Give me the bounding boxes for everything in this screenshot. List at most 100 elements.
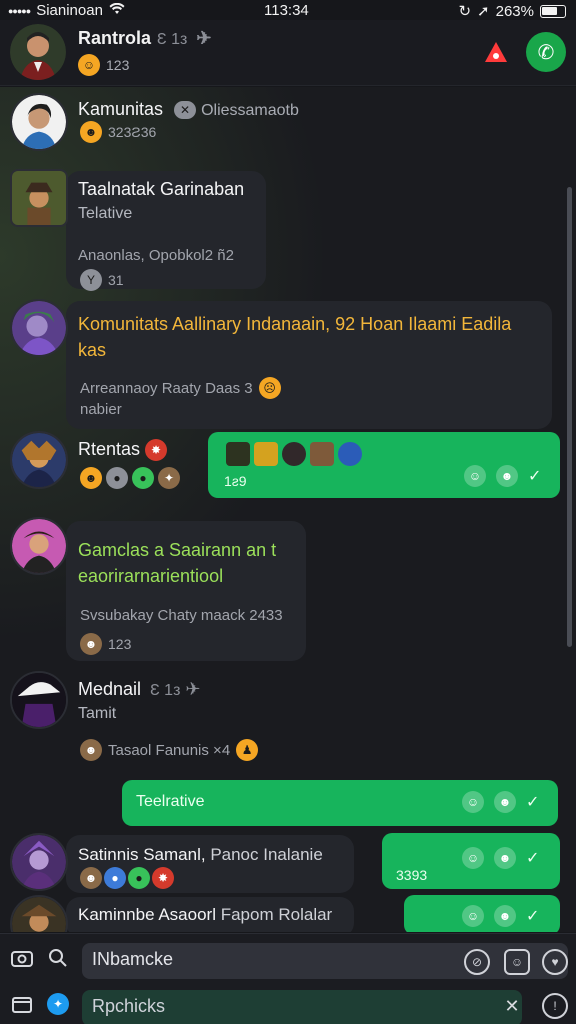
- twitter-icon[interactable]: ✦: [44, 990, 72, 1018]
- message-meta: Y 31: [80, 269, 124, 291]
- emoji-icon: ☻: [80, 739, 102, 761]
- message-text: Teelrative: [136, 793, 205, 810]
- location-icon: ➚: [477, 3, 490, 20]
- chat-subtitle: ☺ 123: [78, 54, 129, 76]
- avatar[interactable]: [10, 431, 68, 489]
- emoji-icon: ✦: [158, 467, 180, 489]
- message-subtext: Arreannaoy Raaty Daas 3 ☹: [80, 377, 281, 399]
- mute-icon: ✈: [196, 28, 212, 48]
- group-icon: ✕: [174, 101, 197, 120]
- scrollbar[interactable]: [567, 187, 572, 647]
- wifi-icon: [109, 2, 125, 19]
- message-time: 1ƨ9: [224, 473, 247, 489]
- bubble-actions: ☺ ☻ ✓: [462, 905, 539, 927]
- avatar[interactable]: [10, 671, 68, 729]
- emoji-react-icon[interactable]: ☺: [464, 465, 486, 487]
- voice-icon[interactable]: ♥: [542, 949, 568, 975]
- avatar[interactable]: [10, 299, 68, 357]
- read-check-icon: ✓: [526, 908, 540, 925]
- message-meta: ☻ 323Ƨ36: [80, 121, 156, 143]
- phone-icon: ✆: [537, 41, 555, 64]
- reaction-row: ☻ ● ● ✦: [80, 467, 180, 489]
- avatar[interactable]: [10, 833, 68, 891]
- sticker-icon[interactable]: ☺: [504, 949, 530, 975]
- close-icon[interactable]: ✕: [498, 992, 526, 1020]
- knight-icon: [282, 442, 306, 466]
- emoji-react-icon[interactable]: ☺: [462, 791, 484, 813]
- emoji-icon: ●: [104, 867, 126, 889]
- emoji-icon: ☻: [80, 867, 102, 889]
- sender-name: Rtentas ✸: [78, 439, 168, 462]
- emoji-icon: ☻: [80, 633, 102, 655]
- reply-icon: Y: [80, 269, 102, 291]
- camera-icon[interactable]: [8, 944, 36, 972]
- sender-name: Kaminnbe Asaoorl Fapom Rolalar: [78, 905, 333, 924]
- sticker-icon[interactable]: ☻: [496, 465, 518, 487]
- signal-dots-icon: ●●●●●: [8, 5, 31, 16]
- sticker-icon[interactable]: ☻: [494, 791, 516, 813]
- emoji-icon: ♟: [236, 739, 259, 761]
- emoji-icon: ●: [132, 467, 154, 489]
- message-input[interactable]: INbamcke: [82, 943, 568, 979]
- bubble-actions: ☺ ☻ ✓: [464, 465, 541, 487]
- emoji-icon: ●: [106, 467, 128, 489]
- badge-icon: [254, 442, 278, 466]
- emoji-icon: ☹: [258, 377, 281, 399]
- search-input[interactable]: Rpchicks: [82, 990, 522, 1024]
- status-bar: ●●●●● Sianinoan 113:34 ↻ ➚ 263%: [0, 0, 576, 20]
- chat-title: Rantrola Ɛ 1з ✈: [78, 28, 212, 48]
- orb-icon: [338, 442, 362, 466]
- message-text: Gamclas a Saairann an t eaorirarnarienti…: [78, 540, 277, 586]
- refresh-icon: ↻: [458, 3, 472, 20]
- read-check-icon: ✓: [526, 794, 540, 811]
- sender-name: Taalnatak Garinaban: [78, 179, 245, 199]
- sender-name: Satinnis Samanl, Panoc Inalanie: [78, 845, 323, 864]
- info-icon[interactable]: !: [542, 993, 568, 1019]
- emoji-react-icon[interactable]: ☺: [462, 905, 484, 927]
- sender-name: Kamunitas ✕ Oliessamaotb: [78, 99, 299, 120]
- message-time: 3393: [396, 867, 428, 883]
- read-check-icon: ✓: [526, 850, 540, 867]
- message-feed[interactable]: Kamunitas ✕ Oliessamaotb ☻ 323Ƨ36 Taalna…: [0, 87, 576, 932]
- sticker-icon[interactable]: ☻: [494, 847, 516, 869]
- game-icon: ✸: [145, 439, 168, 462]
- carrier-label: Sianinoan: [36, 2, 103, 19]
- message-subtext: ☻ Tasaol Fanunis ×4 ♟: [80, 739, 259, 761]
- avatar[interactable]: [10, 93, 68, 151]
- avatar[interactable]: [10, 24, 66, 80]
- emoji-icon: ✸: [152, 867, 174, 889]
- emoji-icon: ☻: [80, 121, 102, 143]
- call-button[interactable]: ✆: [526, 32, 566, 72]
- gif-icon[interactable]: ⊘: [464, 949, 490, 975]
- emoji-icon: ☻: [80, 467, 102, 489]
- avatar[interactable]: [10, 895, 68, 932]
- media-strip: [226, 442, 362, 466]
- sender-name: Mednail Ɛ 1з ✈: [78, 679, 201, 699]
- avatar[interactable]: [10, 169, 68, 227]
- mute-icon: ✈: [185, 679, 201, 699]
- composer: INbamcke ⊘ ☺ ♥ ✦ Rpchicks ✕ !: [0, 933, 576, 1024]
- folder-icon[interactable]: [8, 990, 36, 1018]
- emoji-icon: ☺: [78, 54, 100, 76]
- message-subtext: Anaonlas, Opobkol2 ñ2: [78, 247, 234, 264]
- emoji-icon: ●: [128, 867, 150, 889]
- message-subtext: nabier: [80, 401, 122, 418]
- emoji-react-icon[interactable]: ☺: [462, 847, 484, 869]
- message-text: Telative: [78, 205, 133, 222]
- clock: 113:34: [264, 2, 309, 19]
- avatar[interactable]: [10, 517, 68, 575]
- hero-icon: [310, 442, 334, 466]
- battery-icon: [540, 4, 566, 18]
- read-check-icon: ✓: [528, 468, 542, 485]
- chat-header: Rantrola Ɛ 1з ✈ ☺ 123 ✆: [0, 20, 576, 86]
- sticker-icon[interactable]: ☻: [494, 905, 516, 927]
- search-icon[interactable]: [44, 944, 72, 972]
- message-text: Tamit: [78, 705, 117, 722]
- game-icon: [226, 442, 250, 466]
- bubble-actions: ☺ ☻ ✓: [462, 847, 539, 869]
- message-text: Komunitats Aallinary Indanaain, 92 Hoan …: [78, 314, 512, 360]
- reaction-row: ☻ ● ● ✸: [80, 867, 174, 889]
- battery-percent: 263%: [495, 2, 534, 20]
- alert-button[interactable]: [480, 36, 512, 68]
- message-meta: ☻ 123: [80, 633, 131, 655]
